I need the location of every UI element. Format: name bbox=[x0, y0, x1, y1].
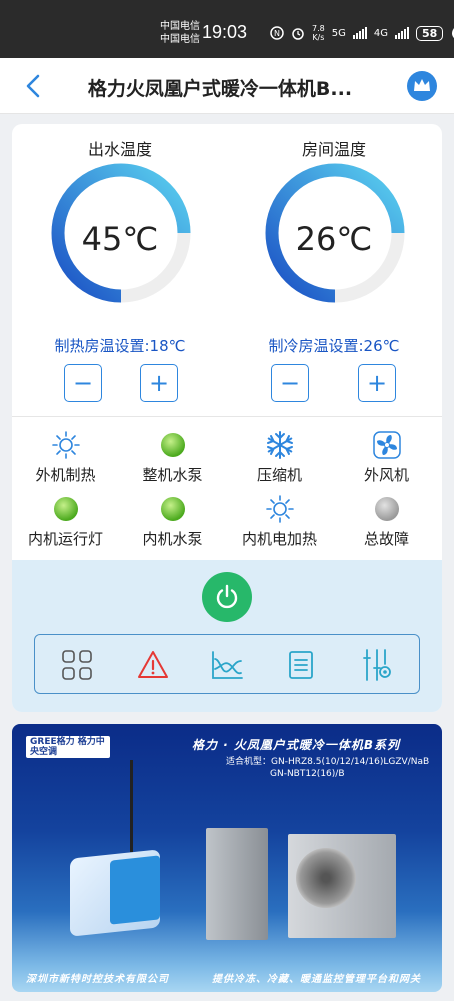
gateway-module-illustration bbox=[110, 855, 160, 925]
carrier-names: 中国电信 中国电信 bbox=[160, 20, 200, 46]
status-main-pump: 整机水泵 bbox=[119, 430, 226, 485]
snowflake-icon bbox=[265, 430, 295, 460]
green-dot-icon bbox=[160, 497, 185, 521]
green-dot-icon bbox=[53, 497, 78, 521]
list-icon[interactable] bbox=[283, 647, 319, 683]
status-icons: N 7.8 K/s 5G 4G 58 bbox=[270, 24, 454, 42]
gauge-title: 房间温度 bbox=[301, 140, 366, 159]
banner-company: 深圳市新特时控技术有限公司 bbox=[26, 974, 169, 985]
sun-icon bbox=[265, 494, 295, 524]
banner-title: 格力 · 火凤凰户式暖冷一体机B系列 bbox=[192, 738, 401, 752]
signal-icon-2 bbox=[394, 27, 409, 39]
function-toolbar bbox=[34, 634, 420, 694]
clock: 19:03 bbox=[202, 22, 248, 42]
status-indoor-run-light: 内机运行灯 bbox=[12, 494, 119, 549]
warning-icon[interactable] bbox=[135, 647, 171, 683]
carrier-1: 中国电信 bbox=[160, 21, 200, 32]
alarm-icon bbox=[292, 28, 304, 40]
status-outdoor-heating: 外机制热 bbox=[12, 430, 119, 485]
cooling-increase-button[interactable]: + bbox=[358, 364, 396, 402]
banner-slogan: 提供冷冻、冷藏、暖通监控管理平台和网关 bbox=[212, 974, 421, 985]
cooling-setpoint[interactable]: 制冷房温设置:26℃ bbox=[234, 335, 434, 356]
power-button[interactable] bbox=[202, 572, 252, 622]
svg-text:N: N bbox=[274, 29, 280, 38]
network-5g-label: 5G bbox=[331, 27, 346, 39]
network-4g-label: 4G bbox=[373, 27, 388, 39]
grid-icon[interactable] bbox=[59, 647, 95, 683]
crown-icon[interactable] bbox=[406, 70, 438, 102]
gauge-value: 45℃ bbox=[81, 220, 159, 258]
heating-decrease-button[interactable]: − bbox=[64, 364, 102, 402]
sliders-icon[interactable] bbox=[359, 647, 395, 683]
status-outdoor-fan: 外风机 bbox=[333, 430, 440, 485]
app-header: 格力火凤凰户式暖冷一体机B... bbox=[0, 58, 454, 114]
status-label: 内机水泵 bbox=[142, 530, 203, 548]
signal-icon bbox=[352, 27, 367, 39]
leaf-icon bbox=[452, 28, 454, 38]
gauge-value: 26℃ bbox=[295, 220, 373, 258]
page-title: 格力火凤凰户式暖冷一体机B... bbox=[87, 78, 353, 100]
gray-dot-icon bbox=[374, 497, 399, 521]
chart-icon[interactable] bbox=[209, 647, 245, 683]
banner-models: 适合机型：GN-HRZ8.5(10/12/14/16)LGZV/NaB GN-N… bbox=[226, 757, 430, 779]
gree-logo: GREE格力 格力中央空调 bbox=[26, 736, 110, 758]
cooling-decrease-button[interactable]: − bbox=[271, 364, 309, 402]
carrier-2: 中国电信 bbox=[160, 34, 200, 45]
fan-illustration bbox=[296, 848, 356, 908]
heating-increase-button[interactable]: + bbox=[140, 364, 178, 402]
status-label: 总故障 bbox=[363, 530, 409, 548]
nfc-icon: N bbox=[270, 26, 284, 40]
status-general-fault: 总故障 bbox=[333, 494, 440, 549]
divider bbox=[12, 416, 442, 417]
control-card: 出水温度 45℃ 制热房温设置:18℃ 房间温度 26℃ 制冷房温设置:26℃ … bbox=[12, 124, 442, 712]
control-area bbox=[12, 560, 442, 712]
status-indoor-heater: 内机电加热 bbox=[226, 494, 333, 549]
sun-icon bbox=[51, 430, 81, 460]
status-label: 压缩机 bbox=[256, 466, 302, 484]
status-label: 内机运行灯 bbox=[27, 530, 103, 548]
indoor-unit-illustration bbox=[206, 828, 268, 940]
status-label: 整机水泵 bbox=[142, 466, 203, 484]
promo-banner[interactable]: GREE格力 格力中央空调 格力 · 火凤凰户式暖冷一体机B系列 适合机型：GN… bbox=[12, 724, 442, 992]
status-label: 外风机 bbox=[363, 466, 409, 484]
status-indoor-pump: 内机水泵 bbox=[119, 494, 226, 549]
status-compressor: 压缩机 bbox=[226, 430, 333, 485]
status-bar: 中国电信 中国电信 19:03 N 7.8 K/s 5G 4G 58 bbox=[0, 0, 454, 58]
status-label: 内机电加热 bbox=[241, 530, 317, 548]
green-dot-icon bbox=[160, 433, 185, 457]
power-icon bbox=[216, 584, 238, 609]
fan-icon bbox=[372, 430, 402, 460]
status-label: 外机制热 bbox=[35, 466, 96, 484]
battery-icon: 58 bbox=[415, 25, 444, 41]
heating-setpoint[interactable]: 制热房温设置:18℃ bbox=[20, 335, 220, 356]
net-speed: 7.8 K/s bbox=[312, 24, 325, 42]
antenna-illustration bbox=[130, 760, 133, 852]
gauge-title: 出水温度 bbox=[87, 140, 152, 159]
chevron-left-icon[interactable] bbox=[22, 72, 46, 100]
